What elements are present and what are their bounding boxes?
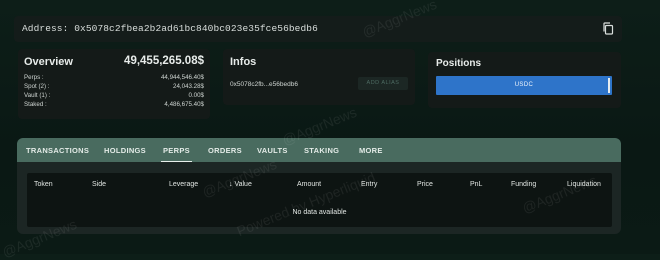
tab-staking[interactable]: STAKING	[304, 146, 339, 155]
position-bar-label: USDC	[514, 82, 534, 88]
tab-more[interactable]: MORE	[359, 146, 383, 155]
infos-card: Infos 0x5078c2fb...e56bedb6 ADD ALIAS	[223, 49, 415, 105]
overview-card: Overview 49,455,265.08$ Perps : 44,944,5…	[18, 49, 210, 119]
column-value[interactable]: ↓ Value	[229, 181, 252, 188]
arrow-down-icon: ↓	[229, 181, 233, 188]
column-entry[interactable]: Entry	[361, 181, 377, 188]
tab-perps[interactable]: PERPS	[161, 146, 192, 163]
tab-transactions[interactable]: TRANSACTIONS	[26, 146, 89, 155]
empty-state-message: No data available	[292, 209, 347, 216]
overview-row-label: Vault (1) :	[24, 92, 51, 99]
table-body: Token Side Leverage ↓ Value Amount Entry…	[27, 173, 612, 227]
overview-row-label: Perps :	[24, 74, 44, 81]
column-funding[interactable]: Funding	[511, 181, 536, 188]
column-side[interactable]: Side	[92, 181, 106, 188]
copy-icon[interactable]	[602, 22, 614, 35]
overview-row-value: 24,043.28$	[173, 83, 204, 90]
column-token[interactable]: Token	[34, 181, 53, 188]
add-alias-button[interactable]: ADD ALIAS	[358, 77, 408, 90]
usdc-position-bar[interactable]: USDC	[436, 76, 612, 95]
overview-row-label: Spot (2) :	[24, 83, 50, 90]
position-bar-edge	[608, 78, 610, 93]
tab-vaults[interactable]: VAULTS	[257, 146, 288, 155]
overview-row-value: 4,486,675.40$	[164, 101, 204, 108]
address-text: Address: 0x5078c2fbea2b2ad61bc840bc023e3…	[22, 23, 318, 34]
overview-total: 49,455,265.08$	[124, 55, 204, 67]
address-bar: Address: 0x5078c2fbea2b2ad61bc840bc023e3…	[14, 16, 622, 42]
overview-row-value: 44,944,546.40$	[160, 74, 204, 81]
positions-card: Positions USDC	[428, 52, 621, 108]
column-pnl[interactable]: PnL	[470, 181, 482, 188]
positions-title: Positions	[436, 58, 482, 69]
column-liquidation[interactable]: Liquidation	[567, 181, 601, 188]
tab-bar: TRANSACTIONS HOLDINGS PERPS ORDERS VAULT…	[17, 138, 621, 163]
column-amount[interactable]: Amount	[297, 181, 321, 188]
short-address[interactable]: 0x5078c2fb...e56bedb6	[230, 81, 298, 88]
overview-row-label: Staked :	[24, 101, 47, 108]
overview-row-value: 0.00$	[188, 92, 204, 99]
column-price[interactable]: Price	[417, 181, 433, 188]
tab-orders[interactable]: ORDERS	[208, 146, 242, 155]
overview-title: Overview	[24, 56, 73, 68]
perps-table: Token Side Leverage ↓ Value Amount Entry…	[17, 162, 621, 234]
column-value-label: Value	[234, 181, 252, 188]
column-leverage[interactable]: Leverage	[169, 181, 198, 188]
tab-holdings[interactable]: HOLDINGS	[104, 146, 146, 155]
infos-title: Infos	[230, 56, 257, 68]
